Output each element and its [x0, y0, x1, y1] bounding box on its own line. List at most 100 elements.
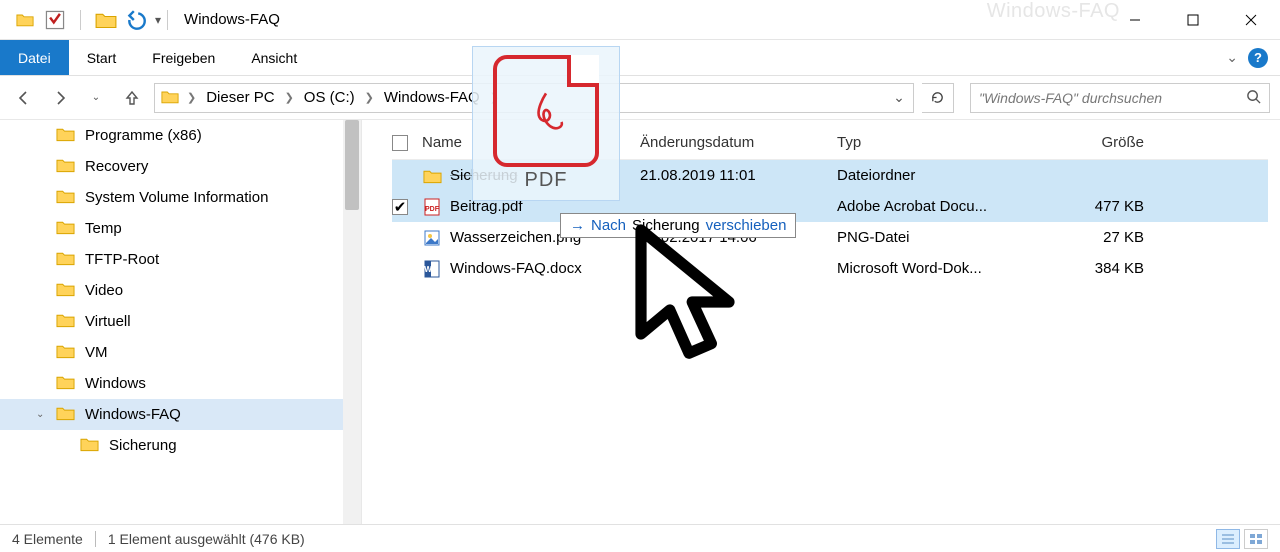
window-controls — [1106, 0, 1280, 40]
window-title: Windows-FAQ — [184, 11, 280, 28]
file-type-cell: Microsoft Word-Dok... — [837, 260, 1034, 277]
refresh-button[interactable] — [922, 83, 954, 113]
tree-item-label: Windows-FAQ — [85, 406, 181, 423]
nav-back-button[interactable] — [10, 84, 38, 112]
header-size[interactable]: Größe — [1034, 134, 1154, 151]
tree-scroll-thumb[interactable] — [345, 120, 359, 210]
nav-row: ⌄ ❯ Dieser PC ❯ OS (C:) ❯ Windows-FAQ ❯ … — [0, 76, 1280, 120]
new-folder-icon[interactable] — [95, 9, 117, 31]
svg-text:W: W — [424, 265, 432, 274]
docx-icon: W — [422, 259, 442, 279]
view-mode-toggles — [1216, 529, 1268, 549]
ribbon-collapse-icon[interactable]: ⌄ — [1226, 49, 1238, 66]
navigation-tree: Programme (x86) Recovery System Volume Inf… — [0, 120, 362, 524]
folder-icon — [56, 157, 75, 177]
pdf-ghost-label: PDF — [525, 169, 568, 192]
status-bar: 4 Elemente 1 Element ausgewählt (476 KB) — [0, 524, 1280, 552]
qat-dropdown-icon[interactable]: ▾ — [155, 13, 161, 27]
breadcrumb-sep[interactable]: ❯ — [281, 91, 298, 104]
tree-item-label: System Volume Information — [85, 189, 268, 206]
tooltip-prefix: Nach — [591, 217, 626, 234]
cursor-illustration — [625, 222, 785, 385]
breadcrumb-sep[interactable]: ❯ — [361, 91, 378, 104]
breadcrumb-sep[interactable]: ❯ — [183, 91, 200, 104]
nav-forward-button[interactable] — [46, 84, 74, 112]
ribbon-tab-file[interactable]: Datei — [0, 40, 69, 75]
view-details-button[interactable] — [1216, 529, 1240, 549]
title-divider — [167, 10, 168, 30]
tree-scrollbar[interactable] — [343, 120, 361, 524]
file-size-cell: 384 KB — [1034, 260, 1154, 277]
folder-icon — [56, 281, 75, 301]
status-item-count: 4 Elemente — [12, 531, 83, 547]
header-date[interactable]: Änderungsdatum — [640, 134, 837, 151]
close-button[interactable] — [1222, 0, 1280, 40]
address-dropdown-icon[interactable]: ⌄ — [885, 84, 913, 112]
folder-icon — [80, 436, 99, 456]
ribbon-tab-share[interactable]: Freigeben — [134, 40, 233, 75]
nav-up-button[interactable] — [118, 84, 146, 112]
svg-text:PDF: PDF — [425, 206, 440, 213]
tree-item-label: Video — [85, 282, 123, 299]
png-icon — [422, 228, 442, 248]
ribbon-tab-view[interactable]: Ansicht — [233, 40, 315, 75]
folder-icon — [56, 405, 75, 425]
ribbon-tabs: Datei Start Freigeben Ansicht ⌄ ? — [0, 40, 1280, 76]
search-placeholder: "Windows-FAQ" durchsuchen — [979, 90, 1162, 106]
folder-icon — [56, 312, 75, 332]
app-folder-icon — [14, 9, 36, 31]
undo-icon[interactable] — [125, 9, 147, 31]
ribbon-tab-start[interactable]: Start — [69, 40, 135, 75]
file-type-cell: Adobe Acrobat Docu... — [837, 198, 1034, 215]
watermark-text: Windows-FAQ — [987, 0, 1120, 23]
nav-recent-dropdown[interactable]: ⌄ — [82, 84, 110, 112]
file-type-cell: Dateiordner — [837, 167, 1034, 184]
breadcrumb-this-pc[interactable]: Dieser PC — [204, 87, 276, 108]
file-row[interactable]: WWindows-FAQ.docx 14:35Microsoft Word-Do… — [392, 253, 1268, 284]
file-type-cell: PNG-Datei — [837, 229, 1034, 246]
tree-item[interactable]: System Volume Information — [0, 182, 361, 213]
pdf-icon: PDF — [422, 197, 442, 217]
tree-item-label: Temp — [85, 220, 122, 237]
header-type[interactable]: Typ — [837, 134, 1034, 151]
tree-item[interactable]: Temp — [0, 213, 361, 244]
file-name-cell: W Windows-FAQ.docx — [422, 259, 640, 279]
status-selection: 1 Element ausgewählt (476 KB) — [108, 531, 305, 547]
pdf-icon — [493, 55, 599, 167]
folder-icon — [56, 188, 75, 208]
chevron-down-icon[interactable]: ⌄ — [36, 409, 44, 420]
file-row[interactable]: Wasserzeichen.png15.02.2017 14:06PNG-Dat… — [392, 222, 1268, 253]
status-separator — [95, 531, 96, 547]
file-date-cell: 21.08.2019 11:01 — [640, 167, 837, 184]
move-arrow-icon: → — [570, 217, 585, 234]
tree-item[interactable]: Video — [0, 275, 361, 306]
quick-access-toolbar: ▾ — [0, 9, 161, 31]
help-icon[interactable]: ? — [1248, 48, 1268, 68]
row-checkbox[interactable]: ✔ — [392, 199, 422, 215]
tree-item-label: Programme (x86) — [85, 127, 202, 144]
tree-item[interactable]: VM — [0, 337, 361, 368]
folder-icon — [56, 374, 75, 394]
file-name-label: Windows-FAQ.docx — [450, 260, 582, 277]
tree-item[interactable]: ⌄ Windows-FAQ — [0, 399, 361, 430]
breadcrumb-current[interactable]: Windows-FAQ — [382, 87, 482, 108]
tree-item[interactable]: TFTP-Root — [0, 244, 361, 275]
file-size-cell: 477 KB — [1034, 198, 1154, 215]
tree-item[interactable]: Windows — [0, 368, 361, 399]
search-icon[interactable] — [1246, 89, 1261, 107]
tree-item-label: TFTP-Root — [85, 251, 159, 268]
tree-item[interactable]: Programme (x86) — [0, 120, 361, 151]
search-box[interactable]: "Windows-FAQ" durchsuchen — [970, 83, 1270, 113]
tree-item[interactable]: Recovery — [0, 151, 361, 182]
header-checkbox[interactable] — [392, 135, 422, 151]
tree-item-label: VM — [85, 344, 108, 361]
maximize-button[interactable] — [1164, 0, 1222, 40]
breadcrumb-drive[interactable]: OS (C:) — [302, 87, 357, 108]
view-thumbnails-button[interactable] — [1244, 529, 1268, 549]
properties-icon[interactable] — [44, 9, 66, 31]
tree-item-label: Virtuell — [85, 313, 131, 330]
folder-icon — [56, 219, 75, 239]
tree-item[interactable]: Sicherung — [0, 430, 361, 461]
tree-item[interactable]: Virtuell — [0, 306, 361, 337]
tree-item-label: Recovery — [85, 158, 148, 175]
